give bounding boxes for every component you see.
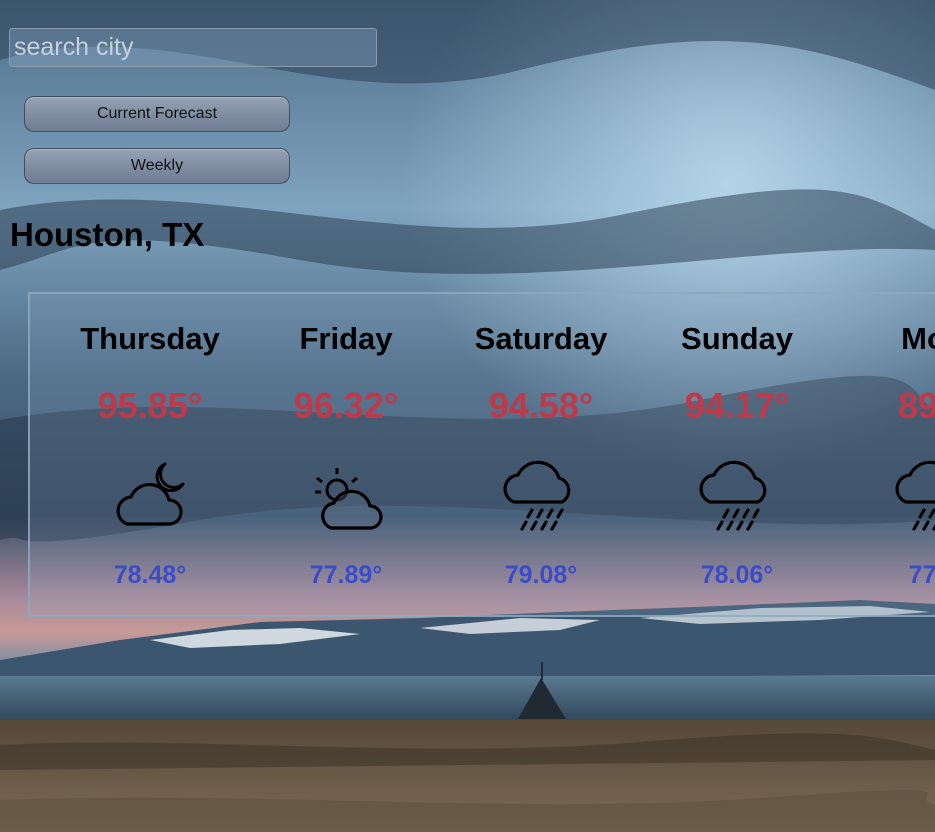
weekly-forecast-panel: Thursday 95.85° 78.48° Friday 96.32° 77.… bbox=[28, 292, 935, 617]
rain-icon bbox=[895, 460, 935, 531]
low-temperature: 77.8 bbox=[908, 561, 935, 589]
rain-icon bbox=[503, 460, 571, 531]
search-city-input[interactable] bbox=[9, 28, 377, 67]
high-temperature: 95.85° bbox=[97, 385, 203, 426]
weekly-button[interactable]: Weekly bbox=[24, 148, 290, 184]
low-temperature: 79.08° bbox=[504, 561, 578, 589]
rain-icon bbox=[699, 460, 767, 531]
day-name: Thursday bbox=[80, 321, 220, 356]
low-temperature: 77.89° bbox=[309, 561, 383, 589]
day-name: Sunday bbox=[681, 321, 793, 356]
day-name: Mon bbox=[901, 321, 935, 356]
low-temperature: 78.48° bbox=[113, 561, 187, 589]
high-temperature: 96.32° bbox=[293, 385, 399, 426]
partly-cloudy-day-icon bbox=[315, 468, 383, 530]
high-temperature: 94.58° bbox=[488, 385, 594, 426]
current-forecast-button[interactable]: Current Forecast bbox=[24, 96, 290, 132]
day-name: Saturday bbox=[474, 321, 608, 356]
day-name: Friday bbox=[299, 321, 393, 356]
high-temperature: 89.8 bbox=[897, 385, 935, 426]
city-title: Houston, TX bbox=[10, 216, 205, 253]
high-temperature: 94.17° bbox=[684, 385, 790, 426]
partly-cloudy-night-icon bbox=[116, 462, 185, 526]
low-temperature: 78.06° bbox=[700, 561, 774, 589]
